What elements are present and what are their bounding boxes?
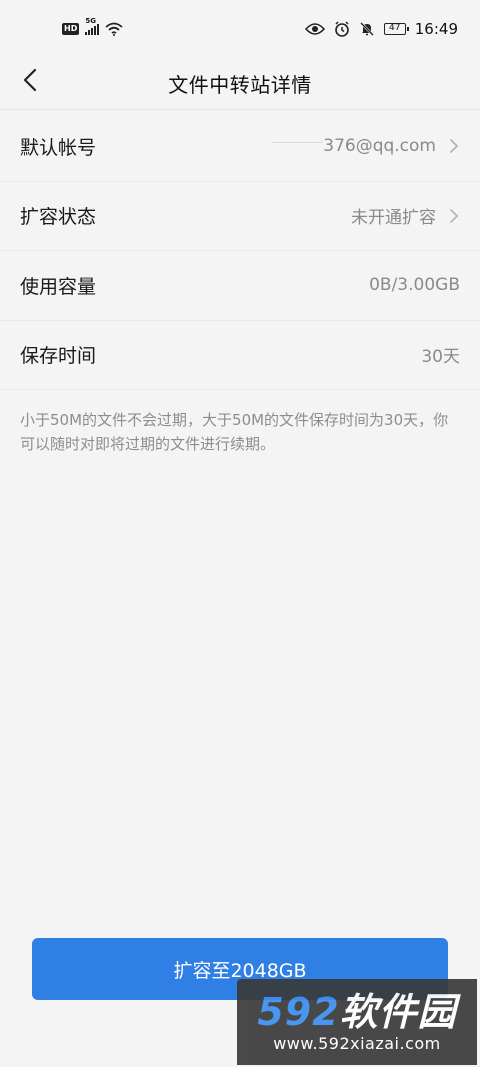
row-retention-time: 保存时间 30天 [0,321,480,390]
status-time: 16:49 [414,20,458,38]
chevron-right-icon [450,139,459,154]
expansion-status-value: 未开通扩容 [351,208,436,229]
status-left: HD 5G [62,17,123,36]
watermark-url: www.592xiazai.com [273,1034,441,1053]
chevron-right-icon [450,208,459,223]
network-type-label: 5G [85,17,96,25]
watermark-number: 592 [257,990,340,1034]
screen: HD 5G 47 16:49 文件中转站详情 默认帐号 376@qq.com 扩… [0,0,480,1067]
status-bar: HD 5G 47 16:49 [0,0,480,58]
back-arrow-icon[interactable] [20,68,44,92]
row-default-account[interactable]: 默认帐号 376@qq.com [0,112,480,182]
watermark-brand: 592软件园 [257,990,456,1034]
watermark-text: 软件园 [339,990,457,1034]
signal-icon: 5G [85,17,100,35]
status-right: 47 16:49 [304,20,458,38]
row-label: 使用容量 [20,275,97,298]
hd-icon: HD [62,23,80,35]
account-email: 376@qq.com [323,136,436,157]
row-label: 默认帐号 [20,136,97,159]
page-title: 文件中转站详情 [168,73,312,97]
retention-note: 小于50M的文件不会过期，大于50M的文件保存时间为30天，你可以随时对即将过期… [20,411,449,453]
used-capacity-value: 0B/3.00GB [369,275,460,296]
redaction-mask [271,142,324,144]
eye-icon [304,23,325,35]
alarm-icon [334,21,349,37]
row-label: 保存时间 [20,345,97,368]
watermark-logo: 592软件园 www.592xiazai.com [237,979,477,1065]
retention-time-value: 30天 [421,347,460,368]
row-used-capacity: 使用容量 0B/3.00GB [0,251,480,321]
settings-list: 默认帐号 376@qq.com 扩容状态 未开通扩容 使用容量 0B/3.00G… [0,112,480,390]
account-value: 376@qq.com [271,136,436,157]
wifi-icon [105,22,123,36]
mute-icon [359,22,374,36]
nav-bar: 文件中转站详情 [0,58,480,110]
row-expansion-status[interactable]: 扩容状态 未开通扩容 [0,182,480,251]
battery-icon: 47 [383,23,409,35]
row-label: 扩容状态 [20,206,97,229]
